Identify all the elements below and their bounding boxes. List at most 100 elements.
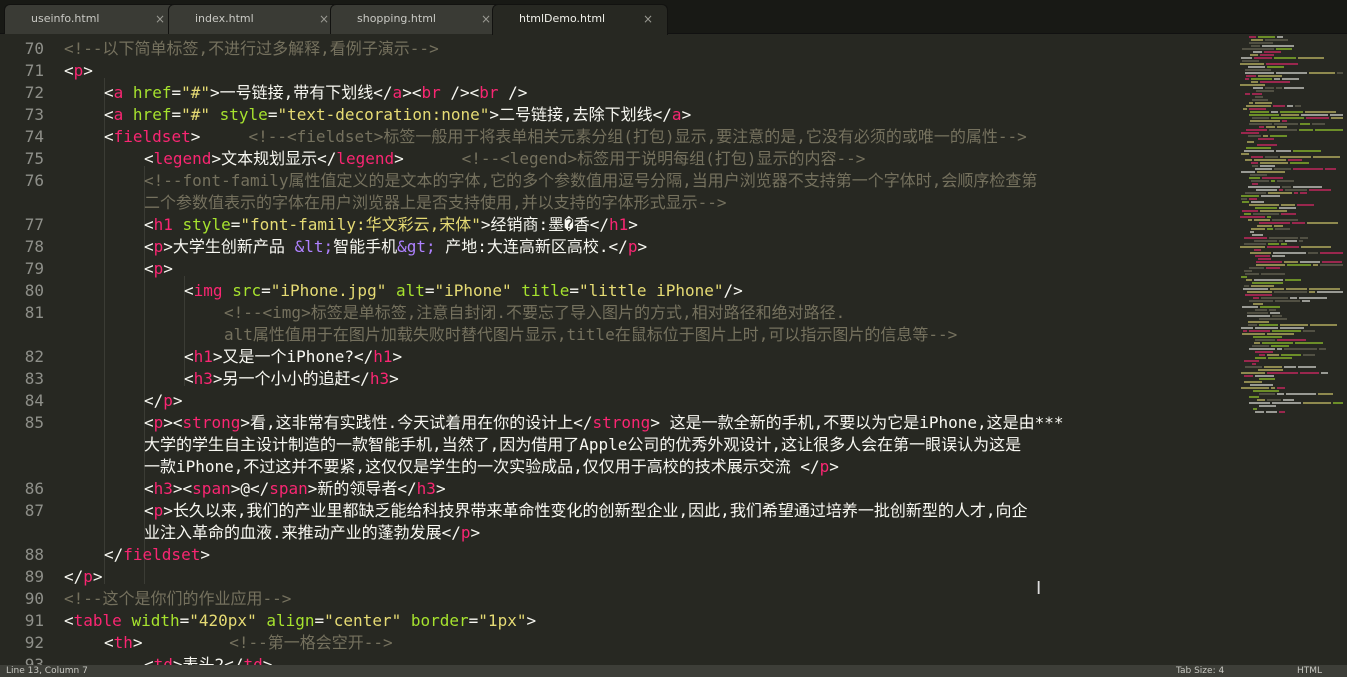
minimap-segment [1253, 408, 1257, 410]
minimap-segment [1252, 234, 1263, 236]
line-number: 91 [24, 611, 44, 630]
minimap-segment [1277, 36, 1283, 38]
minimap-segment [1242, 333, 1265, 335]
tab-size[interactable]: Tab Size: 4 [1176, 665, 1224, 677]
minimap-segment [1254, 240, 1277, 242]
minimap-segment [1309, 291, 1315, 293]
line-number: 89 [24, 567, 44, 586]
code-line-89: </p> [64, 567, 103, 586]
minimap-segment [1273, 105, 1285, 107]
syntax-mode[interactable]: HTML [1297, 665, 1322, 677]
minimap-segment [1269, 237, 1298, 239]
minimap-segment [1279, 189, 1283, 191]
close-icon[interactable]: × [319, 5, 329, 33]
minimap-segment [1258, 75, 1282, 77]
code-line-70: <!--以下简单标签,不进行过多解释,看例子演示--> [64, 39, 439, 58]
close-icon[interactable]: × [481, 5, 491, 33]
minimap-segment [1255, 351, 1273, 353]
minimap-segment [1241, 327, 1253, 329]
line-number: 80 [24, 281, 44, 300]
minimap-segment [1249, 330, 1270, 332]
line-number: 85 [24, 413, 44, 432]
minimap-segment [1248, 135, 1261, 137]
minimap-segment [1288, 159, 1302, 161]
tab-bar: useinfo.html × index.html × shopping.htm… [0, 0, 1347, 35]
minimap-segment [1251, 180, 1269, 182]
close-icon[interactable]: × [155, 5, 165, 33]
tab-label: useinfo.html [31, 12, 100, 25]
minimap-segment [1284, 87, 1304, 89]
minimap-segment [1274, 57, 1296, 59]
minimap-segment [1254, 159, 1286, 161]
minimap-segment [1294, 192, 1298, 194]
minimap-segment [1275, 300, 1300, 302]
minimap-segment [1258, 138, 1274, 140]
minimap-segment [1307, 222, 1338, 224]
minimap-segment [1246, 279, 1252, 281]
minimap-segment [1242, 60, 1259, 62]
tab-useinfo[interactable]: useinfo.html × [4, 4, 180, 34]
minimap-segment [1252, 183, 1258, 185]
minimap-segment [1257, 171, 1285, 173]
tab-shopping[interactable]: shopping.html × [330, 4, 506, 34]
minimap-segment [1281, 354, 1301, 356]
minimap-segment [1255, 207, 1277, 209]
minimap-segment [1260, 210, 1287, 212]
minimap-segment [1276, 150, 1291, 152]
minimap-segment [1302, 300, 1310, 302]
minimap-segment [1293, 150, 1321, 152]
minimap-segment [1281, 114, 1299, 116]
minimap-segment [1259, 318, 1287, 320]
minimap-segment [1300, 372, 1319, 374]
minimap-segment [1249, 114, 1279, 116]
minimap-segment [1276, 48, 1292, 50]
close-icon[interactable]: × [643, 5, 653, 33]
minimap-segment [1281, 243, 1287, 245]
minimap-segment [1241, 387, 1269, 389]
minimap-segment [1249, 396, 1259, 398]
minimap-segment [1303, 402, 1331, 404]
minimap-segment [1243, 330, 1247, 332]
tab-htmldemo[interactable]: htmlDemo.html × [492, 4, 668, 35]
minimap-segment [1330, 114, 1343, 116]
minimap-segment [1310, 324, 1337, 326]
minimap-segment [1241, 171, 1255, 173]
code-line-77: <h1 style="font-family:华文彩云,宋体">经销商:墨�香<… [144, 215, 638, 234]
code-line-79: <p> [144, 259, 173, 278]
code-line-92: <th> <!--第一格会空开--> [104, 633, 393, 652]
minimap-segment [1247, 315, 1270, 317]
code-line-81: <!--<img>标签是单标签,注意自封闭.不要忘了导入图片的方式,相对路径和绝… [224, 303, 846, 322]
minimap-segment [1244, 285, 1249, 287]
minimap-segment [1248, 321, 1269, 323]
code-editor[interactable]: <!--以下简单标签,不进行过多解释,看例子演示--> <p> <a href=… [64, 34, 1234, 665]
minimap-segment [1252, 99, 1268, 101]
minimap-segment [1246, 129, 1267, 131]
minimap[interactable] [1238, 34, 1347, 665]
line-number: 77 [24, 215, 44, 234]
tab-index[interactable]: index.html × [168, 4, 344, 34]
line-number-gutter: 70 71 72 73 74 75 76 77 78 79 80 81 82 83 84 85 86 87 88 89… [0, 34, 52, 674]
minimap-segment [1265, 156, 1278, 158]
minimap-segment [1276, 87, 1282, 89]
minimap-segment [1250, 384, 1273, 386]
minimap-segment [1277, 348, 1282, 350]
code-line-87: <p>长久以来,我们的产业里都缺乏能给科技界带来革命性变化的创新型企业,因此,我… [144, 501, 1028, 520]
minimap-segment [1249, 204, 1279, 206]
minimap-segment [1299, 129, 1313, 131]
minimap-segment [1322, 261, 1342, 263]
minimap-segment [1253, 51, 1262, 53]
minimap-segment [1244, 270, 1252, 272]
minimap-segment [1321, 372, 1328, 374]
code-line-74: <fieldset> <!--<fieldset>标签一般用于将表单相关元素分组… [104, 127, 1027, 146]
minimap-segment [1272, 330, 1301, 332]
minimap-segment [1301, 246, 1331, 248]
minimap-segment [1256, 261, 1282, 263]
minimap-segment [1241, 153, 1249, 155]
minimap-segment [1250, 231, 1254, 233]
minimap-segment [1249, 402, 1270, 404]
minimap-segment [1265, 87, 1274, 89]
tab-label: index.html [195, 12, 254, 25]
minimap-segment [1274, 78, 1280, 80]
minimap-segment [1255, 168, 1272, 170]
minimap-segment [1268, 357, 1292, 359]
